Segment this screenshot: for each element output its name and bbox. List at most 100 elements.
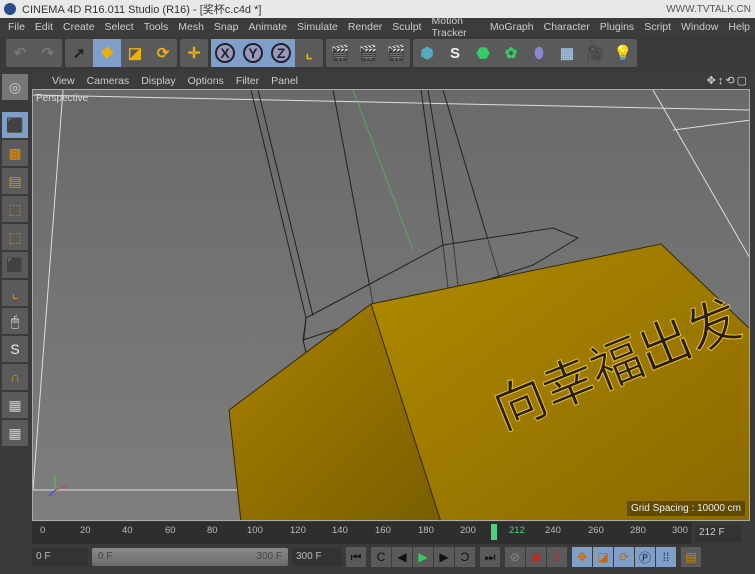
x-axis-lock[interactable]: X [211,39,239,67]
menu-motion-tracker[interactable]: Motion Tracker [431,15,479,39]
move-icon[interactable]: ✥ [93,39,121,67]
current-frame-tick: 212 [509,525,525,536]
light-icon[interactable]: 💡 [609,39,637,67]
menu-mesh[interactable]: Mesh [178,21,204,33]
render-view-icon[interactable]: 🎬 [326,39,354,67]
record-keys-icon[interactable]: ⊘ [505,547,525,567]
undo-icon[interactable]: ↶ [6,39,34,67]
tick-label: 80 [207,525,218,536]
tick-label: 60 [165,525,176,536]
timeline-ruler[interactable]: 0 20 40 60 80 100 120 140 160 180 200 21… [32,522,692,544]
previous-key-icon[interactable]: C [371,547,391,567]
cube-icon[interactable]: ⬢ [413,39,441,67]
deformer-icon[interactable]: ⬮ [525,39,553,67]
key-rotation-icon[interactable]: ⟳ [614,547,634,567]
key-parameter-icon[interactable]: Ⓟ [635,547,655,567]
viewport-menu-filter[interactable]: Filter [236,75,259,87]
menu-sculpt[interactable]: Sculpt [392,21,421,33]
viewport-menu: View Cameras Display Options Filter Pane… [32,72,755,89]
cloner-icon[interactable]: ✿ [497,39,525,67]
tick-label: 200 [460,525,476,536]
menu-select[interactable]: Select [105,21,134,33]
menu-plugins[interactable]: Plugins [600,21,634,33]
redo-icon[interactable]: ↷ [34,39,62,67]
menu-window[interactable]: Window [681,21,718,33]
key-position-icon[interactable]: ✥ [572,547,592,567]
key-pla-icon[interactable]: ⁞⁞ [656,547,676,567]
grid-spacing-label: Grid Spacing : 10000 cm [626,501,745,516]
menu-bar: File Edit Create Select Tools Mesh Snap … [0,15,755,39]
workplane-mode-icon[interactable]: ▤ [2,168,28,194]
menu-script[interactable]: Script [644,21,671,33]
tweak-mode-icon[interactable]: 🖱 [2,308,28,334]
coordinate-system-icon[interactable]: ⌞ [295,39,323,67]
render-settings-icon[interactable]: 🎬 [382,39,410,67]
tick-label: 160 [375,525,391,536]
viewport-navigation-icons[interactable]: ✥↕⟲▢ [707,74,749,87]
menu-help[interactable]: Help [728,21,750,33]
menu-mograph[interactable]: MoGraph [490,21,534,33]
current-frame-field[interactable]: 212 F [695,524,741,542]
perspective-viewport[interactable]: 向幸福出发 Perspective Grid Spacing : 10000 c… [32,89,750,521]
menu-file[interactable]: File [8,21,25,33]
menu-simulate[interactable]: Simulate [297,21,338,33]
keyframe-selection-icon[interactable]: ? [547,547,567,567]
menu-create[interactable]: Create [63,21,95,33]
window-title: CINEMA 4D R16.011 Studio (R16) - [奖杯c.c4… [22,4,262,16]
playhead[interactable] [491,524,497,540]
play-icon[interactable]: ▶ [413,547,433,567]
points-mode-icon[interactable]: ⬚ [2,196,28,222]
subdivision-icon[interactable]: ⬣ [469,39,497,67]
magnet-icon[interactable]: ∩ [2,364,28,390]
viewport-menu-display[interactable]: Display [141,75,175,87]
menu-snap[interactable]: Snap [214,21,239,33]
y-axis-lock[interactable]: Y [239,39,267,67]
timeline-window-icon[interactable]: ▤ [681,547,701,567]
range-end-label: 300 F [256,551,282,562]
model-mode-icon[interactable]: ⬛ [2,112,28,138]
viewport-menu-options[interactable]: Options [188,75,224,87]
key-scale-icon[interactable]: ◪ [593,547,613,567]
frame-range-slider[interactable]: 0 F 300 F [92,548,288,566]
axis-mode-icon[interactable]: ⌞ [2,280,28,306]
tick-label: 240 [545,525,561,536]
rotate-icon[interactable]: ⟳ [149,39,177,67]
spline-pen-icon[interactable]: S [441,39,469,67]
snap-icon[interactable]: S [2,336,28,362]
viewport-menu-view[interactable]: View [52,75,75,87]
previous-frame-icon[interactable]: ◀ [392,547,412,567]
menu-character[interactable]: Character [544,21,590,33]
recent-tool-icon[interactable]: ✛ [180,39,208,67]
animation-controls: 0 F 0 F 300 F 300 F ⏮ C ◀ ▶ ▶ Ɔ ⏭ ⊘ ◉ ? ✥… [32,546,755,568]
tick-label: 260 [588,525,604,536]
menu-render[interactable]: Render [348,21,382,33]
tick-label: 300 [672,525,688,536]
viewport-menu-cameras[interactable]: Cameras [87,75,130,87]
workplane-icon[interactable]: ▦ [2,420,28,446]
menu-tools[interactable]: Tools [144,21,169,33]
scene: 向幸福出发 [33,90,749,520]
texture-mode-icon[interactable]: ▩ [2,140,28,166]
camera-icon[interactable]: 🎥 [581,39,609,67]
next-key-icon[interactable]: Ɔ [455,547,475,567]
menu-edit[interactable]: Edit [35,21,53,33]
autokey-icon[interactable]: ◉ [526,547,546,567]
end-frame-field[interactable]: 300 F [292,548,342,566]
next-frame-icon[interactable]: ▶ [434,547,454,567]
viewport-menu-panel[interactable]: Panel [271,75,298,87]
go-to-start-icon[interactable]: ⏮ [346,547,366,567]
start-frame-field[interactable]: 0 F [32,548,88,566]
render-picture-viewer-icon[interactable]: 🎬 [354,39,382,67]
scale-icon[interactable]: ◪ [121,39,149,67]
floor-icon[interactable]: ▦ [553,39,581,67]
edges-mode-icon[interactable]: ⬚ [2,224,28,250]
go-to-end-icon[interactable]: ⏭ [480,547,500,567]
menu-animate[interactable]: Animate [248,21,287,33]
make-editable-icon[interactable]: ◎ [2,74,28,100]
live-selection-icon[interactable]: ➚ [65,39,93,67]
z-axis-lock[interactable]: Z [267,39,295,67]
polygons-mode-icon[interactable]: ⬛ [2,252,28,278]
tick-label: 140 [332,525,348,536]
watermark: WWW.TVTALK.CN [666,3,751,15]
workplane-lock-icon[interactable]: ▦ [2,392,28,418]
